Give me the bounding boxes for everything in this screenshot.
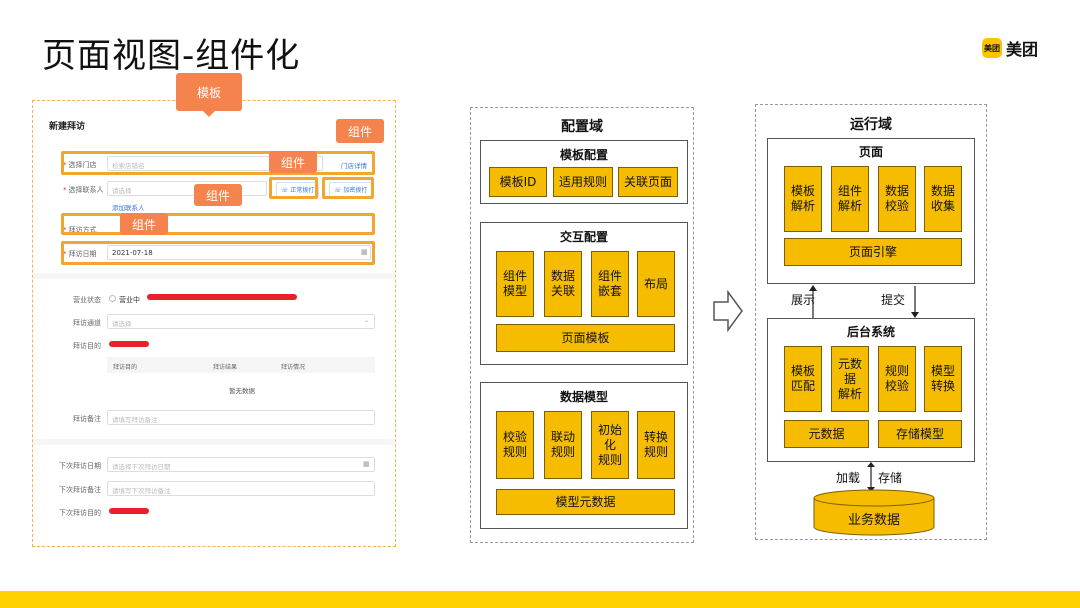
business-status-option: 营业中 — [119, 296, 140, 304]
slide-title: 页面视图-组件化 — [42, 36, 301, 76]
channel-label: 拜访通道 — [73, 319, 101, 327]
chevron-down-icon: ⌄ — [364, 317, 370, 324]
template-id-box: 模板ID — [489, 167, 547, 197]
template-config-title: 模板配置 — [559, 148, 608, 162]
table-header-purpose: 拜访目的 — [113, 364, 138, 371]
model-metadata-box: 模型元数据 — [496, 489, 675, 515]
next-remark-label: 下次拜访备注 — [59, 486, 101, 494]
component-nesting-box: 组件 嵌套 — [591, 251, 629, 317]
component-highlight-call — [269, 177, 318, 199]
section-divider — [33, 273, 395, 279]
channel-select[interactable]: 请选择 — [107, 314, 375, 329]
component-highlight-store — [61, 151, 375, 175]
section-divider — [33, 439, 395, 445]
table-empty-text: 暂无数据 — [229, 387, 255, 395]
redaction-mark — [147, 294, 297, 300]
next-purpose-label: 下次拜访目的 — [59, 509, 101, 517]
purpose-table-header — [107, 357, 375, 373]
init-rules-box: 初始 化 规则 — [591, 411, 629, 479]
component-callout: 组件 — [336, 119, 384, 143]
component-highlight-method — [61, 213, 375, 235]
next-date-input[interactable]: 请选择下次拜访日期 — [107, 457, 375, 472]
business-status-label: 营业状态 — [73, 296, 101, 304]
model-transform-box: 模型 转换 — [924, 346, 962, 412]
data-relation-box: 数据 关联 — [544, 251, 582, 317]
layout-box: 布局 — [637, 251, 675, 317]
load-label: 加载 — [836, 471, 861, 485]
storage-model-box: 存储模型 — [878, 420, 962, 448]
applicable-rules-box: 适用规则 — [553, 167, 613, 197]
backend-section: 后台系统 模板 匹配 元数 据 解析 规则 校验 模型 转换 元数据 存储模型 — [767, 318, 975, 462]
template-match-box: 模板 匹配 — [784, 346, 822, 412]
template-config-section: 模板配置 模板ID 适用规则 关联页面 — [480, 140, 688, 204]
runtime-domain-panel: 运行域 页面 模板 解析 组件 解析 数据 校验 数据 收集 页面引擎 展示 提… — [755, 104, 987, 540]
form-title: 新建拜访 — [49, 122, 86, 132]
redaction-mark — [109, 341, 149, 347]
business-status-radio[interactable] — [109, 295, 116, 302]
data-model-title: 数据模型 — [559, 390, 608, 404]
config-domain-panel: 配置域 模板配置 模板ID 适用规则 关联页面 交互配置 组件 模型 数据 关联… — [470, 107, 694, 543]
table-header-situation: 拜访情况 — [281, 364, 306, 371]
contact-select[interactable]: 请选择 — [107, 181, 267, 196]
contact-label: * 选择联系人 — [63, 186, 104, 194]
related-page-box: 关联页面 — [618, 167, 678, 197]
business-data-label: 业务数据 — [847, 513, 900, 528]
remark-label: 拜访备注 — [73, 415, 101, 423]
meituan-logo: 美团 美团 — [982, 36, 1038, 60]
next-date-label: 下次拜访日期 — [59, 462, 101, 470]
template-parse-box: 模板 解析 — [784, 166, 822, 232]
add-contact-link[interactable]: 添加联系人 — [112, 202, 145, 212]
runtime-domain-title: 运行域 — [850, 117, 892, 133]
brand-footer-bar — [0, 591, 1080, 608]
linkage-rules-box: 联动 规则 — [544, 411, 582, 479]
store-label: 存储 — [878, 471, 903, 485]
show-label: 展示 — [791, 293, 816, 307]
data-model-section: 数据模型 校验 规则 联动 规则 初始 化 规则 转换 规则 模型元数据 — [480, 382, 688, 529]
component-callout: 组件 — [120, 213, 168, 235]
load-store-arrow-icon — [867, 462, 875, 492]
component-callout: 组件 — [269, 151, 317, 173]
redaction-mark — [109, 508, 149, 514]
flow-arrow-icon — [713, 290, 743, 332]
config-domain-title: 配置域 — [561, 119, 603, 135]
submit-label: 提交 — [881, 293, 906, 307]
template-callout: 模板 — [176, 73, 242, 117]
next-remark-input[interactable]: 请填写下次拜访备注 — [107, 481, 375, 496]
metadata-parse-box: 元数 据 解析 — [831, 346, 869, 412]
component-callout: 组件 — [194, 184, 242, 206]
data-collection-box: 数据 收集 — [924, 166, 962, 232]
page-section-title: 页面 — [858, 145, 883, 159]
rule-validation-box: 规则 校验 — [878, 346, 916, 412]
remark-input[interactable]: 请填写拜访备注 — [107, 410, 375, 425]
submit-arrow-icon — [911, 286, 919, 318]
logo-badge-icon: 美团 — [982, 38, 1002, 58]
purpose-label: 拜访目的 — [73, 342, 101, 350]
component-highlight-date — [61, 241, 375, 265]
page-engine-box: 页面引擎 — [784, 238, 962, 266]
data-validation-box: 数据 校验 — [878, 166, 916, 232]
page-section: 页面 模板 解析 组件 解析 数据 校验 数据 收集 页面引擎 — [767, 138, 975, 284]
metadata-box: 元数据 — [784, 420, 869, 448]
interaction-config-section: 交互配置 组件 模型 数据 关联 组件 嵌套 布局 页面模板 — [480, 222, 688, 365]
visit-form-panel: 新建拜访 * 选择门店 检索店铺名 门店详情 * 选择联系人 请选择 ☏ 正常拨打 … — [32, 100, 396, 547]
component-highlight-encrypted-call — [322, 177, 374, 199]
component-model-box: 组件 模型 — [496, 251, 534, 317]
calendar-icon: ▦ — [363, 460, 370, 468]
logo-text: 美团 — [1006, 40, 1039, 59]
component-parse-box: 组件 解析 — [831, 166, 869, 232]
table-header-result: 拜访结果 — [213, 364, 238, 371]
backend-section-title: 后台系统 — [846, 325, 895, 339]
interaction-config-title: 交互配置 — [559, 230, 608, 244]
page-template-box: 页面模板 — [496, 324, 675, 352]
transform-rules-box: 转换 规则 — [637, 411, 675, 479]
validation-rules-box: 校验 规则 — [496, 411, 534, 479]
